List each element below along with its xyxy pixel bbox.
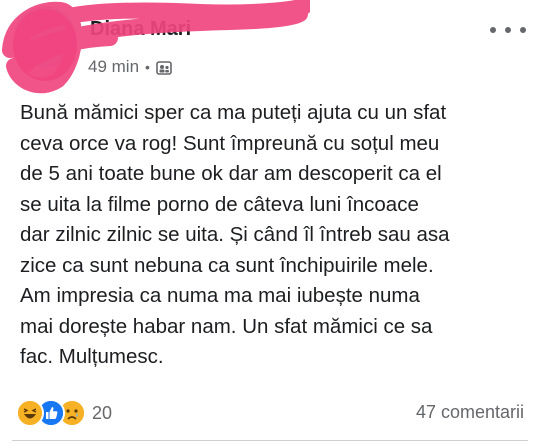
facebook-post: Diana Mari 49 min • Bună mămici sper ca … [0, 0, 540, 448]
more-horizontal-icon [490, 27, 496, 33]
more-options-button[interactable] [490, 20, 526, 40]
post-text-line: se uita la filme porno de câteva luni în… [20, 192, 419, 216]
post-text-line: Bună mămici sper ca ma puteți ajuta cu u… [20, 101, 447, 124]
more-dot [505, 27, 511, 33]
post-timestamp[interactable]: 49 min [88, 57, 139, 77]
post-text-line: Am impresia ca numa ma mai iubește numa [20, 284, 420, 307]
post-text-line: mai dorește habar nam. Un sfat mămici ce… [20, 314, 433, 338]
comments-count-link[interactable]: 47 comentarii [416, 402, 524, 423]
reaction-count: 20 [92, 402, 113, 423]
post-text-line: ceva orce va rog! Sunt împreună cu soțul… [20, 131, 440, 155]
post-text-line: dar zilnic zilnic se uita. Și când îl în… [20, 223, 450, 246]
post-text-line: de 5 ani toate bune ok dar am descoperit… [20, 162, 442, 185]
avatar[interactable] [14, 6, 80, 72]
reactions-summary[interactable]: 20 [16, 399, 113, 427]
friends-icon[interactable] [156, 60, 172, 75]
meta-separator: • [145, 59, 150, 75]
post-text-line: fac. Mulțumesc. [20, 345, 164, 368]
post-meta: 49 min • [88, 57, 172, 77]
avatar-image [14, 6, 76, 68]
author-name[interactable]: Diana Mari [90, 18, 191, 41]
haha-reaction-icon [16, 399, 44, 427]
post-text: Bună mămici sper ca ma puteți ajuta cu u… [20, 98, 525, 373]
divider [12, 440, 528, 441]
more-dot [520, 27, 526, 33]
post-text-line: zice ca sunt nebuna ca sunt închipuirile… [20, 253, 434, 277]
